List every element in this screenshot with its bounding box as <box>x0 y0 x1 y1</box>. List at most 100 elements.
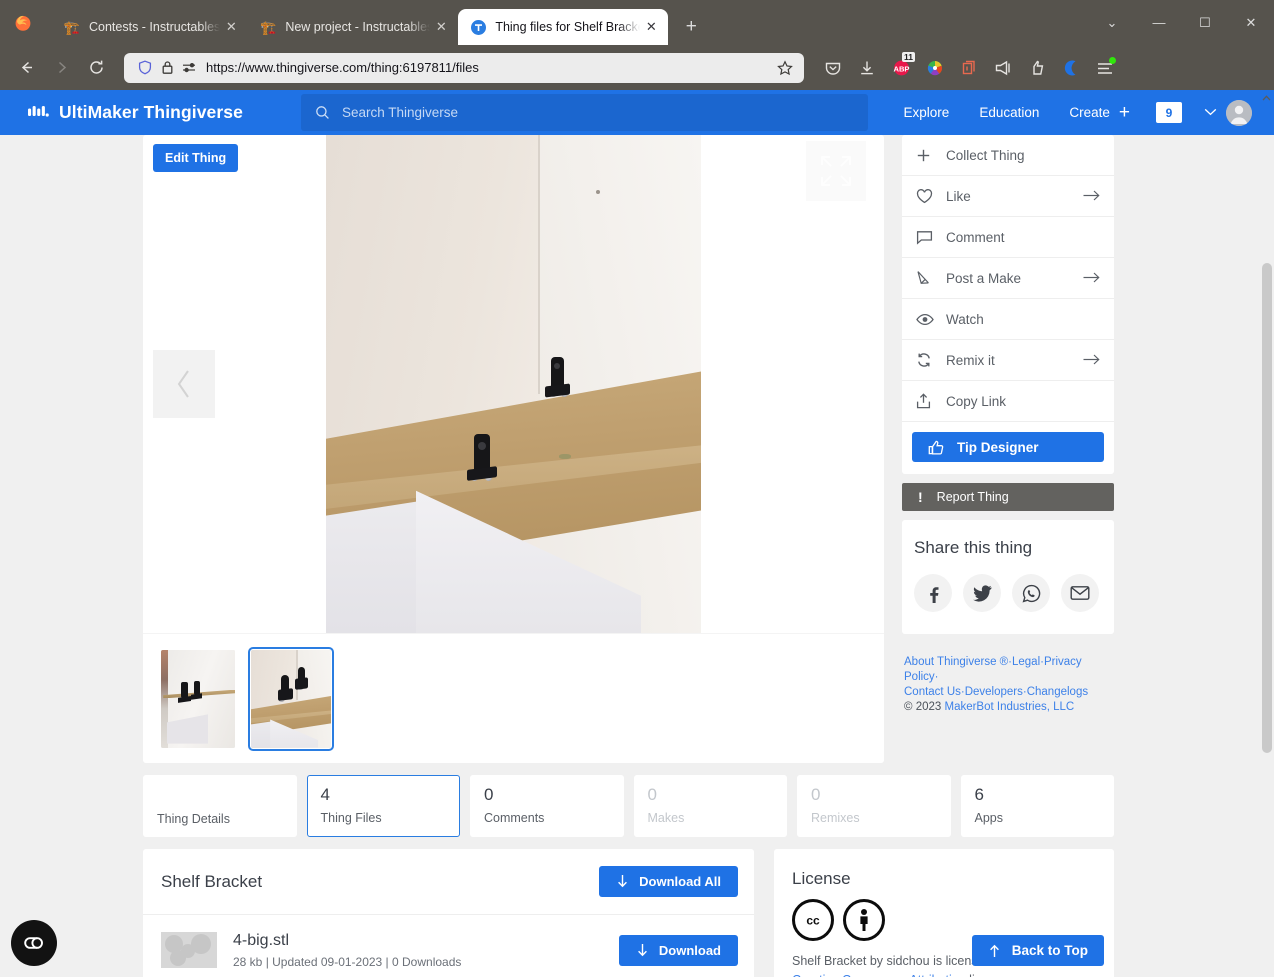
stl-placeholder-icon <box>161 932 217 968</box>
browser-chrome: 🏗️ Contests - Instructables ✕ 🏗️ New pro… <box>0 0 1274 90</box>
site-footer-links: About Thingiverse ®·Legal·Privacy Policy… <box>902 643 1114 729</box>
download-file-button[interactable]: Download <box>618 934 738 966</box>
window-controls: ⌄ — ☐ ✕ <box>1088 0 1274 45</box>
adblock-icon[interactable]: ABP 11 <box>884 51 918 84</box>
whatsapp-icon[interactable] <box>1012 574 1050 612</box>
tab-thing-details[interactable]: Thing Details <box>143 775 297 837</box>
arrow-right-icon[interactable] <box>1083 188 1100 205</box>
expand-icon[interactable] <box>806 141 866 201</box>
download-all-button[interactable]: Download All <box>599 866 738 897</box>
nav-explore[interactable]: Explore <box>904 105 950 120</box>
tab-label: Thing Files <box>320 811 382 825</box>
megaphone-icon[interactable] <box>986 52 1020 84</box>
maximize-button[interactable]: ☐ <box>1182 0 1228 45</box>
avatar[interactable] <box>1226 99 1252 126</box>
tab-remixes[interactable]: 0 Remixes <box>797 775 951 837</box>
report-thing-button[interactable]: ! Report Thing <box>902 483 1114 511</box>
like-button[interactable]: Like <box>902 176 1114 217</box>
footer-line-1[interactable]: About Thingiverse ®·Legal·Privacy Policy… <box>904 655 1104 685</box>
url-text[interactable]: https://www.thingiverse.com/thing:619781… <box>206 60 774 75</box>
twitter-icon[interactable] <box>963 574 1001 612</box>
thing-files-card: Shelf Bracket Download All 4-big.stl 28 … <box>143 849 754 977</box>
new-tab-button[interactable]: + <box>676 12 706 42</box>
download-arrow-icon <box>636 943 649 958</box>
url-bar[interactable]: https://www.thingiverse.com/thing:619781… <box>124 52 804 83</box>
arrow-up-icon <box>988 943 1001 958</box>
search-input[interactable]: Search Thingiverse <box>300 94 868 131</box>
red-trash-icon[interactable] <box>952 52 986 84</box>
remix-it-button[interactable]: Remix it <box>902 340 1114 381</box>
watch-button[interactable]: Watch <box>902 299 1114 340</box>
tab-count: 0 <box>484 785 494 804</box>
license-title: License <box>792 869 851 888</box>
thumb-icon[interactable] <box>1020 52 1054 84</box>
plus-icon[interactable]: + <box>1119 102 1130 124</box>
main-product-photo[interactable] <box>326 135 701 633</box>
gallery-thumbnail-2-selected[interactable] <box>248 646 334 751</box>
email-icon[interactable] <box>1061 574 1099 612</box>
page-scrollbar[interactable] <box>1259 135 1274 977</box>
lock-icon[interactable] <box>156 60 178 75</box>
tip-designer-button[interactable]: Tip Designer <box>912 432 1104 462</box>
pocket-icon[interactable] <box>816 52 850 84</box>
star-icon[interactable] <box>774 59 796 76</box>
tab-count: 0 <box>811 785 821 804</box>
browser-tab-2[interactable]: 🏗️ New project - Instructables ✕ <box>248 9 458 45</box>
forward-icon[interactable] <box>45 52 77 84</box>
downloads-icon[interactable] <box>850 52 884 84</box>
browser-tab-1[interactable]: 🏗️ Contests - Instructables ✕ <box>52 9 248 45</box>
nav-education[interactable]: Education <box>979 105 1039 120</box>
back-icon[interactable] <box>10 52 42 84</box>
accessibility-toggle-icon[interactable] <box>11 920 57 966</box>
minimize-button[interactable]: — <box>1136 0 1182 45</box>
copyright-year: 2023 <box>915 701 942 713</box>
collect-thing-button[interactable]: Collect Thing <box>902 135 1114 176</box>
tab-apps[interactable]: 6 Apps <box>960 775 1114 837</box>
nav-create[interactable]: Create <box>1069 105 1110 120</box>
scroll-up-arrow-icon[interactable] <box>1259 90 1274 105</box>
page-body: Edit Thing Collect Thing Like Comment Po… <box>0 135 1274 977</box>
reload-icon[interactable] <box>80 52 112 84</box>
tab-label: Thing Details <box>157 812 230 826</box>
scrollbar-thumb[interactable] <box>1262 263 1272 753</box>
close-icon[interactable]: ✕ <box>220 16 242 38</box>
arrow-right-icon[interactable] <box>1083 270 1100 287</box>
post-a-make-button[interactable]: Post a Make <box>902 258 1114 299</box>
action-label: Copy Link <box>946 393 1007 409</box>
gallery-thumbnail-1[interactable] <box>161 649 235 748</box>
tab-count: 0 <box>647 785 657 804</box>
file-name[interactable]: 4-big.stl <box>233 931 619 951</box>
notification-count-badge[interactable]: 9 <box>1156 102 1182 123</box>
chevron-down-icon[interactable] <box>1204 107 1217 119</box>
back-to-top-button[interactable]: Back to Top <box>971 935 1104 966</box>
site-logo[interactable]: UltiMaker Thingiverse <box>28 102 243 123</box>
page-viewport: UltiMaker Thingiverse Search Thingiverse… <box>0 90 1274 977</box>
edit-thing-button[interactable]: Edit Thing <box>153 144 239 172</box>
site-permissions-icon[interactable] <box>178 62 200 74</box>
tab-thing-files[interactable]: 4 Thing Files <box>306 775 460 837</box>
browser-tab-3-active[interactable]: Thing files for Shelf Bracket by s ✕ <box>458 9 669 45</box>
download-all-label: Download All <box>639 874 721 889</box>
comment-button[interactable]: Comment <box>902 217 1114 258</box>
chevron-left-icon[interactable] <box>153 350 215 418</box>
license-link[interactable]: Creative Commons - Attribution <box>792 973 966 977</box>
copyright-owner[interactable]: MakerBot Industries, LLC <box>944 701 1074 713</box>
arrow-right-icon[interactable] <box>1083 352 1100 369</box>
color-picker-icon[interactable] <box>918 52 952 84</box>
facebook-icon[interactable] <box>914 574 952 612</box>
share-upload-icon <box>916 393 946 409</box>
thing-tabs: Thing Details 4 Thing Files 0 Comments 0… <box>143 775 1114 837</box>
close-icon[interactable]: ✕ <box>640 16 662 38</box>
crescent-icon[interactable] <box>1054 52 1088 84</box>
close-icon[interactable]: ✕ <box>430 16 452 38</box>
tab-list-chevron-icon[interactable]: ⌄ <box>1088 0 1136 45</box>
update-indicator-dot <box>1109 56 1116 64</box>
tip-designer-label: Tip Designer <box>957 439 1039 455</box>
tracking-protection-shield-icon[interactable] <box>134 60 156 75</box>
tab-comments[interactable]: 0 Comments <box>470 775 624 837</box>
copy-link-button[interactable]: Copy Link <box>902 381 1114 422</box>
close-window-button[interactable]: ✕ <box>1228 0 1274 45</box>
footer-line-2[interactable]: Contact Us·Developers·Changelogs <box>904 685 1104 700</box>
app-menu-icon[interactable] <box>1088 52 1122 84</box>
tab-makes[interactable]: 0 Makes <box>633 775 787 837</box>
